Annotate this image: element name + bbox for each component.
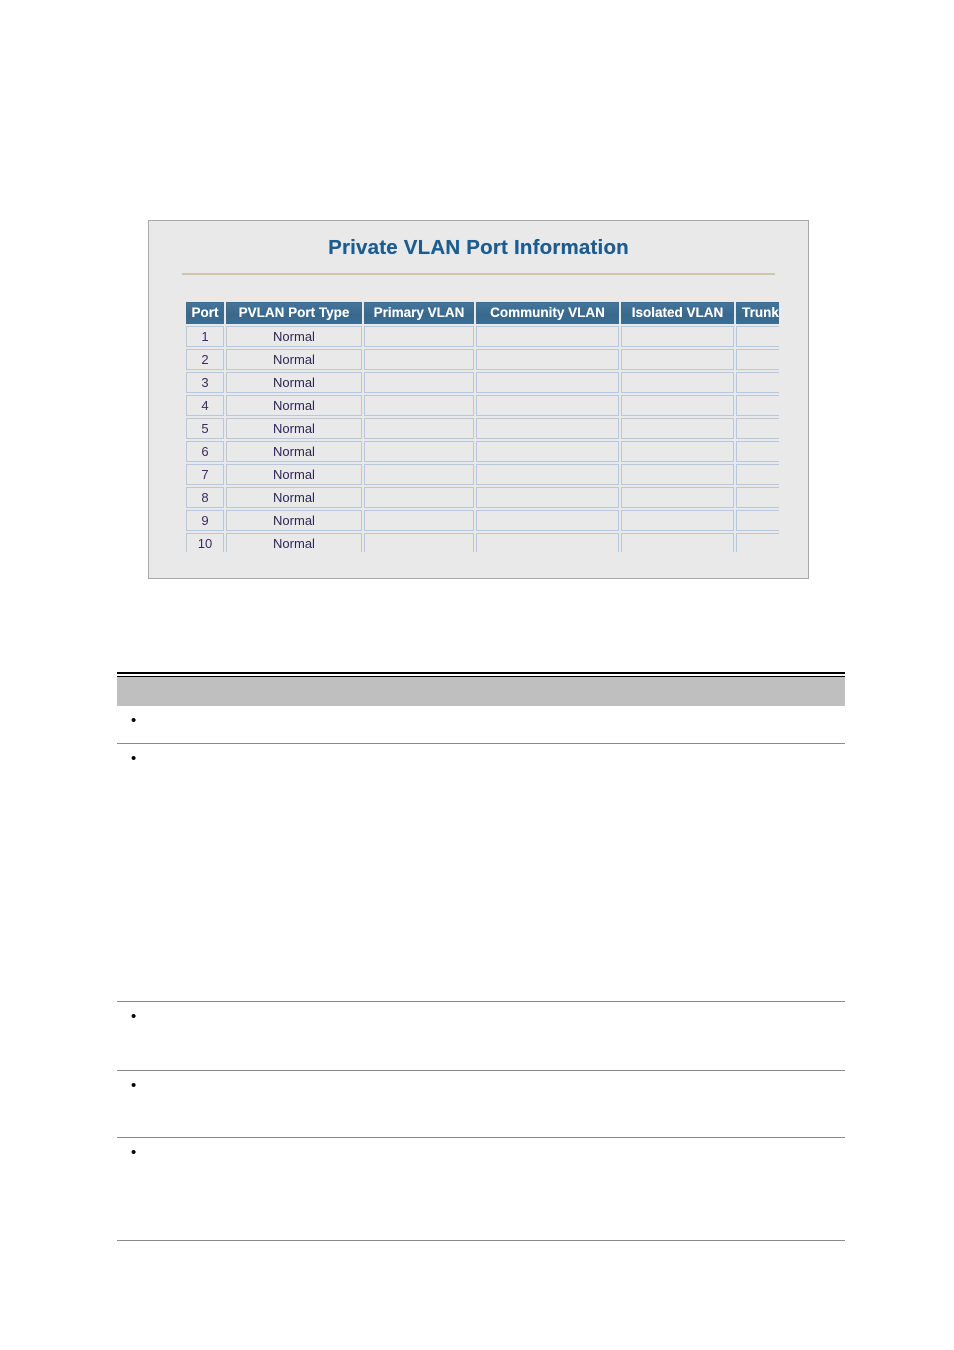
- cell-pvlan-port-type: Normal: [226, 510, 362, 531]
- table-top-rule: [117, 672, 845, 674]
- cell-trunk: [736, 349, 779, 370]
- cell-isolated-vlan: [621, 487, 734, 508]
- cell-primary-vlan: [364, 533, 474, 552]
- description-row-2: [117, 744, 845, 1002]
- cell-community-vlan: [476, 441, 619, 462]
- pvlan-port-information-panel: Private VLAN Port Information Port PVLAN…: [148, 220, 809, 579]
- table-row[interactable]: 7 Normal: [186, 464, 779, 485]
- cell-primary-vlan: [364, 510, 474, 531]
- cell-isolated-vlan: [621, 372, 734, 393]
- description-text-4: [147, 1078, 837, 1079]
- cell-community-vlan: [476, 326, 619, 347]
- description-text-5: [147, 1145, 837, 1146]
- table-header-band: [117, 676, 845, 706]
- column-header-pvlan-port-type[interactable]: PVLAN Port Type: [226, 302, 362, 324]
- cell-pvlan-port-type: Normal: [226, 487, 362, 508]
- table-row[interactable]: 8 Normal: [186, 487, 779, 508]
- cell-primary-vlan: [364, 464, 474, 485]
- cell-isolated-vlan: [621, 464, 734, 485]
- cell-pvlan-port-type: Normal: [226, 326, 362, 347]
- table-row[interactable]: 4 Normal: [186, 395, 779, 416]
- column-header-isolated-vlan[interactable]: Isolated VLAN: [621, 302, 734, 324]
- column-header-community-vlan[interactable]: Community VLAN: [476, 302, 619, 324]
- cell-pvlan-port-type: Normal: [226, 372, 362, 393]
- cell-isolated-vlan: [621, 533, 734, 552]
- table-row[interactable]: 10 Normal: [186, 533, 779, 552]
- table-row[interactable]: 2 Normal: [186, 349, 779, 370]
- cell-trunk: [736, 510, 779, 531]
- cell-pvlan-port-type: Normal: [226, 441, 362, 462]
- cell-pvlan-port-type: Normal: [226, 464, 362, 485]
- panel-title: Private VLAN Port Information: [328, 236, 629, 259]
- description-row-1: [117, 706, 845, 744]
- table-row[interactable]: 3 Normal: [186, 372, 779, 393]
- cell-isolated-vlan: [621, 418, 734, 439]
- cell-community-vlan: [476, 349, 619, 370]
- parameter-description-table: [117, 672, 845, 1241]
- table-row[interactable]: 9 Normal: [186, 510, 779, 531]
- cell-community-vlan: [476, 395, 619, 416]
- cell-port: 10: [186, 533, 224, 552]
- cell-primary-vlan: [364, 349, 474, 370]
- table-row[interactable]: 5 Normal: [186, 418, 779, 439]
- table-header-label: [125, 682, 837, 683]
- cell-isolated-vlan: [621, 326, 734, 347]
- cell-primary-vlan: [364, 487, 474, 508]
- cell-isolated-vlan: [621, 510, 734, 531]
- cell-pvlan-port-type: Normal: [226, 349, 362, 370]
- cell-isolated-vlan: [621, 395, 734, 416]
- table-row[interactable]: 6 Normal: [186, 441, 779, 462]
- description-text-1: [147, 713, 837, 714]
- cell-community-vlan: [476, 487, 619, 508]
- cell-trunk: [736, 418, 779, 439]
- description-row-4: [117, 1071, 845, 1138]
- description-text-3: [147, 1009, 837, 1010]
- cell-port: 1: [186, 326, 224, 347]
- cell-isolated-vlan: [621, 349, 734, 370]
- cell-community-vlan: [476, 464, 619, 485]
- column-header-trunk[interactable]: Trunk: [736, 302, 779, 324]
- cell-pvlan-port-type: Normal: [226, 418, 362, 439]
- column-header-primary-vlan[interactable]: Primary VLAN: [364, 302, 474, 324]
- cell-port: 8: [186, 487, 224, 508]
- description-text-2: [147, 751, 837, 752]
- cell-trunk: [736, 533, 779, 552]
- cell-trunk: [736, 372, 779, 393]
- column-header-port[interactable]: Port: [186, 302, 224, 324]
- cell-community-vlan: [476, 533, 619, 552]
- cell-pvlan-port-type: Normal: [226, 395, 362, 416]
- pvlan-port-table: Port PVLAN Port Type Primary VLAN Commun…: [184, 300, 779, 552]
- description-row-5: [117, 1138, 845, 1241]
- cell-primary-vlan: [364, 326, 474, 347]
- cell-primary-vlan: [364, 441, 474, 462]
- cell-trunk: [736, 487, 779, 508]
- cell-trunk: [736, 326, 779, 347]
- cell-port: 4: [186, 395, 224, 416]
- cell-primary-vlan: [364, 372, 474, 393]
- cell-primary-vlan: [364, 395, 474, 416]
- cell-port: 6: [186, 441, 224, 462]
- cell-trunk: [736, 441, 779, 462]
- table-header-row: Port PVLAN Port Type Primary VLAN Commun…: [186, 302, 779, 324]
- cell-primary-vlan: [364, 418, 474, 439]
- cell-port: 3: [186, 372, 224, 393]
- cell-trunk: [736, 464, 779, 485]
- description-row-3: [117, 1002, 845, 1071]
- cell-community-vlan: [476, 510, 619, 531]
- cell-port: 9: [186, 510, 224, 531]
- cell-isolated-vlan: [621, 441, 734, 462]
- cell-pvlan-port-type: Normal: [226, 533, 362, 552]
- table-row[interactable]: 1 Normal: [186, 326, 779, 347]
- cell-community-vlan: [476, 418, 619, 439]
- cell-port: 7: [186, 464, 224, 485]
- cell-port: 2: [186, 349, 224, 370]
- title-divider: [182, 272, 775, 275]
- cell-trunk: [736, 395, 779, 416]
- pvlan-table-scroll-area[interactable]: Port PVLAN Port Type Primary VLAN Commun…: [184, 300, 779, 552]
- cell-port: 5: [186, 418, 224, 439]
- cell-community-vlan: [476, 372, 619, 393]
